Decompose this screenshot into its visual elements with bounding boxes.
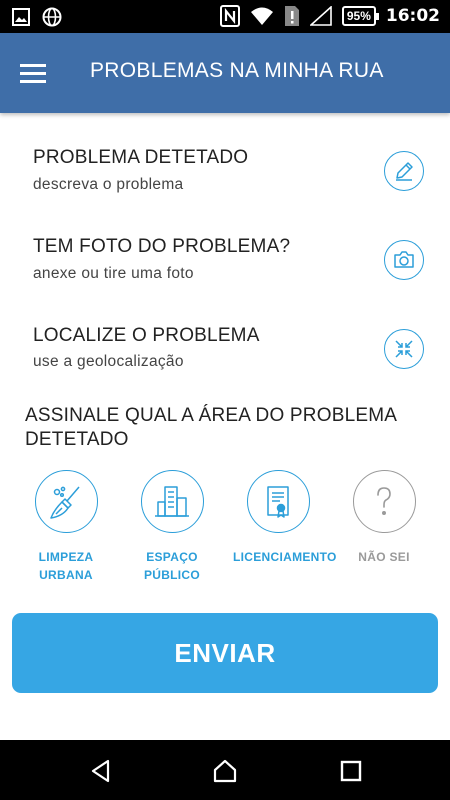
nfc-icon bbox=[219, 5, 240, 27]
broom-icon bbox=[34, 470, 98, 533]
home-icon[interactable] bbox=[212, 758, 238, 784]
area-label-line: ESPAÇO bbox=[146, 550, 198, 564]
send-button[interactable]: ENVIAR bbox=[12, 613, 438, 693]
area-label-line: NÃO SEI bbox=[358, 550, 410, 564]
area-label: ESPAÇO PÚBLICO bbox=[127, 548, 217, 584]
area-label-line: LIMPEZA bbox=[38, 550, 94, 564]
status-bar: 95% 16:02 bbox=[0, 0, 450, 33]
back-icon[interactable] bbox=[88, 758, 114, 784]
buildings-icon bbox=[140, 470, 204, 533]
app-bar: PROBLEMAS NA MINHA RUA bbox=[0, 33, 450, 113]
sim-alert-icon bbox=[284, 6, 299, 26]
area-label: NÃO SEI bbox=[339, 548, 429, 566]
area-option-nao-sei[interactable]: NÃO SEI bbox=[339, 470, 429, 566]
pencil-icon[interactable] bbox=[384, 151, 424, 191]
clock: 16:02 bbox=[385, 6, 440, 26]
signal-icon bbox=[309, 6, 332, 26]
recents-icon[interactable] bbox=[338, 758, 364, 784]
camera-icon[interactable] bbox=[384, 240, 424, 280]
battery-icon: 95% bbox=[341, 6, 379, 26]
area-label-line: PÚBLICO bbox=[143, 568, 201, 582]
certificate-icon bbox=[246, 470, 310, 533]
area-heading: ASSINALE QUAL A ÁREA DO PROBLEMA DETETAD… bbox=[25, 405, 397, 450]
problem-description-row[interactable]: PROBLEMA DETETADO descreva o problema bbox=[0, 135, 450, 215]
row-title: TEM FOTO DO PROBLEMA? bbox=[33, 236, 291, 257]
globe-icon bbox=[42, 7, 62, 27]
area-option-espaco-publico[interactable]: ESPAÇO PÚBLICO bbox=[127, 470, 217, 584]
page-title: PROBLEMAS NA MINHA RUA bbox=[90, 59, 384, 82]
image-icon bbox=[12, 8, 30, 26]
row-subtitle: descreva o problema bbox=[33, 176, 184, 193]
location-row[interactable]: LOCALIZE O PROBLEMA use a geolocalização bbox=[0, 313, 450, 393]
row-subtitle: anexe ou tire uma foto bbox=[33, 265, 194, 282]
wifi-icon bbox=[250, 7, 273, 25]
area-label-line: URBANA bbox=[39, 568, 93, 582]
row-title: PROBLEMA DETETADO bbox=[33, 147, 249, 168]
photo-row[interactable]: TEM FOTO DO PROBLEMA? anexe ou tire uma … bbox=[0, 224, 450, 304]
locate-arrows-icon[interactable] bbox=[384, 329, 424, 369]
battery-level: 95% bbox=[346, 9, 371, 23]
navigation-bar bbox=[0, 740, 450, 800]
area-label: LIMPEZA URBANA bbox=[21, 548, 111, 584]
hamburger-menu-icon[interactable] bbox=[14, 55, 52, 91]
row-subtitle: use a geolocalização bbox=[33, 353, 184, 370]
row-title: LOCALIZE O PROBLEMA bbox=[33, 325, 260, 346]
area-option-limpeza-urbana[interactable]: LIMPEZA URBANA bbox=[21, 470, 111, 584]
area-label: LICENCIAMENTO bbox=[233, 548, 337, 566]
area-option-licenciamento[interactable]: LICENCIAMENTO bbox=[233, 470, 337, 566]
area-label-line: LICENCIAMENTO bbox=[233, 550, 337, 564]
question-icon bbox=[352, 470, 416, 533]
